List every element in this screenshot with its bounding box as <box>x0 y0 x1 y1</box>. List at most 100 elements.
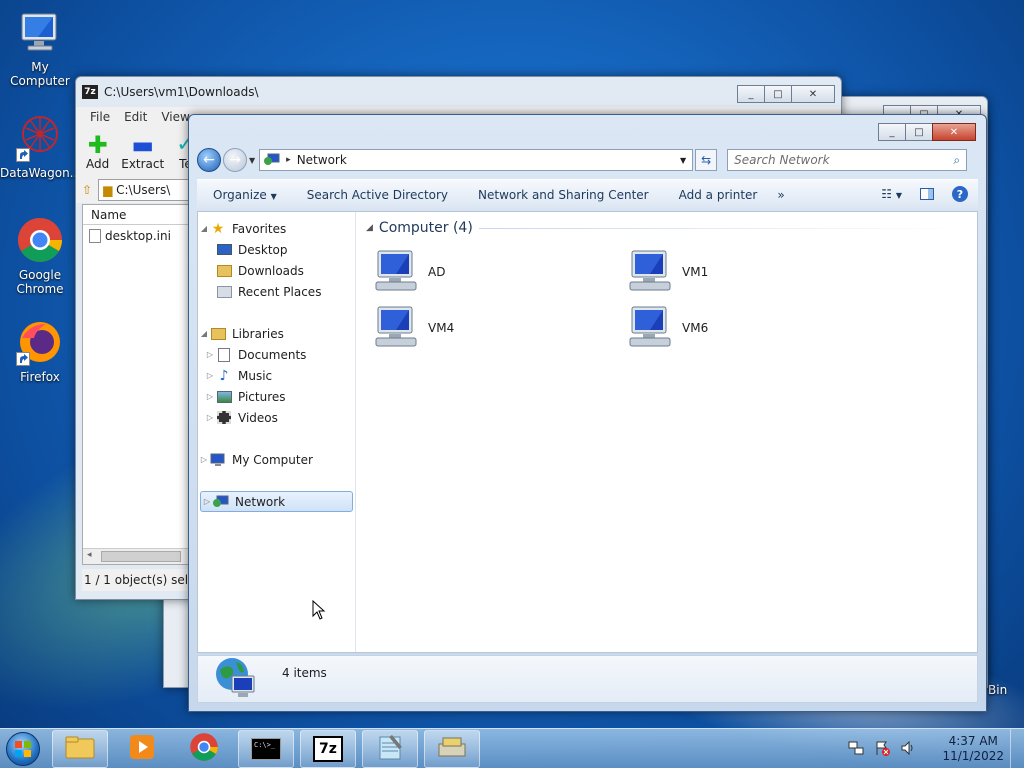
refresh-button[interactable]: ⇆ <box>695 149 718 171</box>
close-button[interactable]: ✕ <box>932 123 976 141</box>
network-tray-icon[interactable] <box>848 740 864 759</box>
nav-desktop[interactable]: Desktop <box>198 239 355 260</box>
sevenzip-titlebar[interactable]: 7z C:\Users\vm1\Downloads\ <box>76 77 841 107</box>
desktop-icon-datawagon[interactable]: DataWagon... <box>0 114 81 180</box>
explorer-nav-row: ← → ▼ ▸ Network ▼ ⇆ Search Network ⌕ <box>197 147 978 173</box>
network-sharing-center-button[interactable]: Network and Sharing Center <box>478 188 649 202</box>
volume-icon[interactable] <box>900 740 916 759</box>
sevenzip-path-field[interactable]: ▆ C:\Users\ <box>98 179 199 201</box>
nav-recent-places[interactable]: Recent Places <box>198 281 355 302</box>
computer-icon <box>16 8 64 56</box>
command-bar: Organize ▼ Search Active Directory Netwo… <box>197 179 978 209</box>
clock[interactable]: 4:37 AM 11/1/2022 <box>942 734 1004 764</box>
music-note-icon: ♪ <box>219 367 229 384</box>
computer-grid: AD VM1 VM4 VM6 <box>366 250 967 350</box>
mouse-cursor-icon <box>312 599 326 623</box>
content-pane[interactable]: ◢ Computer (4) AD VM1 VM4 VM6 <box>356 212 977 652</box>
address-dropdown-icon[interactable]: ▼ <box>680 156 686 165</box>
preview-pane-icon[interactable] <box>920 188 934 200</box>
computer-name: VM4 <box>428 321 455 335</box>
nav-favorites[interactable]: ◢ ★ Favorites <box>198 218 355 239</box>
computer-item-vm4[interactable]: VM4 <box>374 306 628 350</box>
minimize-button[interactable]: _ <box>878 123 906 141</box>
taskbar-cmd[interactable]: C:\>_ <box>238 729 294 768</box>
nav-music[interactable]: ▷ ♪ Music <box>198 365 355 386</box>
app-icon <box>437 734 467 763</box>
expanded-arrow-icon[interactable]: ◢ <box>198 224 210 233</box>
computer-item-vm6[interactable]: VM6 <box>628 306 882 350</box>
taskbar-notepad[interactable] <box>362 729 418 768</box>
minimize-button[interactable]: _ <box>737 85 765 103</box>
computer-icon <box>374 249 422 296</box>
taskbar-app[interactable] <box>424 729 480 768</box>
search-box[interactable]: Search Network ⌕ <box>727 149 968 171</box>
menu-view[interactable]: View <box>161 110 189 124</box>
extract-button[interactable]: ▬ Extract <box>121 133 164 171</box>
address-bar[interactable]: ▸ Network ▼ <box>259 149 694 171</box>
collapsed-arrow-icon[interactable]: ▷ <box>204 350 216 359</box>
collapsed-arrow-icon[interactable]: ▷ <box>204 371 216 380</box>
nav-videos[interactable]: ▷ Videos <box>198 407 355 428</box>
nav-libraries[interactable]: ◢ Libraries <box>198 323 355 344</box>
menu-file[interactable]: File <box>90 110 110 124</box>
chevron-down-icon: ▼ <box>895 191 902 200</box>
computer-item-vm1[interactable]: VM1 <box>628 250 882 294</box>
show-desktop-button[interactable] <box>1010 729 1024 768</box>
recycle-bin-label[interactable]: Bin <box>988 683 1007 697</box>
explorer-window[interactable]: _ □ ✕ ← → ▼ ▸ Network ▼ ⇆ Search Network… <box>188 114 987 712</box>
maximize-button[interactable]: □ <box>764 85 792 103</box>
nav-documents[interactable]: ▷ Documents <box>198 344 355 365</box>
forward-button[interactable]: → <box>223 148 247 172</box>
change-view-button[interactable]: ☷ ▼ <box>881 187 902 201</box>
scroll-thumb[interactable] <box>101 551 181 562</box>
recent-pages-chevron-icon[interactable]: ▼ <box>249 156 255 165</box>
details-item-count: 4 items <box>282 666 327 680</box>
scroll-left-icon[interactable]: ◂ <box>87 550 92 560</box>
menu-edit[interactable]: Edit <box>124 110 147 124</box>
nav-network[interactable]: ▷ Network <box>200 491 353 512</box>
back-button[interactable]: ← <box>197 148 221 172</box>
close-button[interactable]: ✕ <box>791 85 835 103</box>
organize-button[interactable]: Organize ▼ <box>213 188 277 202</box>
collapsed-arrow-icon[interactable]: ▷ <box>201 497 213 506</box>
more-commands-button[interactable]: » <box>777 188 784 202</box>
desktop-icon-my-computer[interactable]: My Computer <box>0 8 80 88</box>
maximize-button[interactable]: □ <box>905 123 933 141</box>
start-button[interactable] <box>0 729 46 768</box>
up-folder-icon[interactable]: ⇧ <box>82 183 92 197</box>
network-icon <box>264 153 280 167</box>
breadcrumb-chevron-icon[interactable]: ▸ <box>286 155 291 165</box>
desktop-icon-label: Google Chrome <box>16 268 64 296</box>
taskbar-media-player[interactable] <box>114 730 170 768</box>
action-center-flag-icon[interactable] <box>874 740 891 759</box>
taskbar-explorer[interactable] <box>52 729 108 768</box>
nav-pictures[interactable]: ▷ Pictures <box>198 386 355 407</box>
expanded-arrow-icon[interactable]: ◢ <box>198 329 210 338</box>
media-player-icon <box>128 733 156 764</box>
chrome-icon <box>189 732 219 765</box>
add-printer-button[interactable]: Add a printer <box>679 188 758 202</box>
desktop-icon-google-chrome[interactable]: Google Chrome <box>0 216 80 296</box>
group-header-computer[interactable]: ◢ Computer (4) <box>366 220 967 236</box>
taskbar-chrome[interactable] <box>176 730 232 768</box>
nav-label: Libraries <box>232 326 284 341</box>
nav-my-computer[interactable]: ▷ My Computer <box>198 449 355 470</box>
desktop-icon <box>216 242 232 258</box>
computer-item-ad[interactable]: AD <box>374 250 628 294</box>
breadcrumb-network[interactable]: Network <box>297 153 347 167</box>
desktop-icon-firefox[interactable]: Firefox <box>0 318 80 384</box>
chevron-down-icon: ▼ <box>270 191 277 201</box>
taskbar-7zip[interactable]: 7z <box>300 729 356 768</box>
pictures-icon <box>216 389 232 405</box>
help-icon[interactable]: ? <box>952 186 968 202</box>
collapsed-arrow-icon[interactable]: ▷ <box>204 392 216 401</box>
computer-name: VM6 <box>682 321 709 335</box>
navigation-pane[interactable]: ◢ ★ Favorites Desktop Downloads Recent P… <box>198 212 356 652</box>
add-button[interactable]: ✚ Add <box>86 133 109 171</box>
collapsed-arrow-icon[interactable]: ▷ <box>204 413 216 422</box>
network-globe-icon <box>214 656 258 703</box>
collapse-group-icon[interactable]: ◢ <box>366 223 373 233</box>
nav-downloads[interactable]: Downloads <box>198 260 355 281</box>
collapsed-arrow-icon[interactable]: ▷ <box>198 455 210 464</box>
search-active-directory-button[interactable]: Search Active Directory <box>307 188 448 202</box>
